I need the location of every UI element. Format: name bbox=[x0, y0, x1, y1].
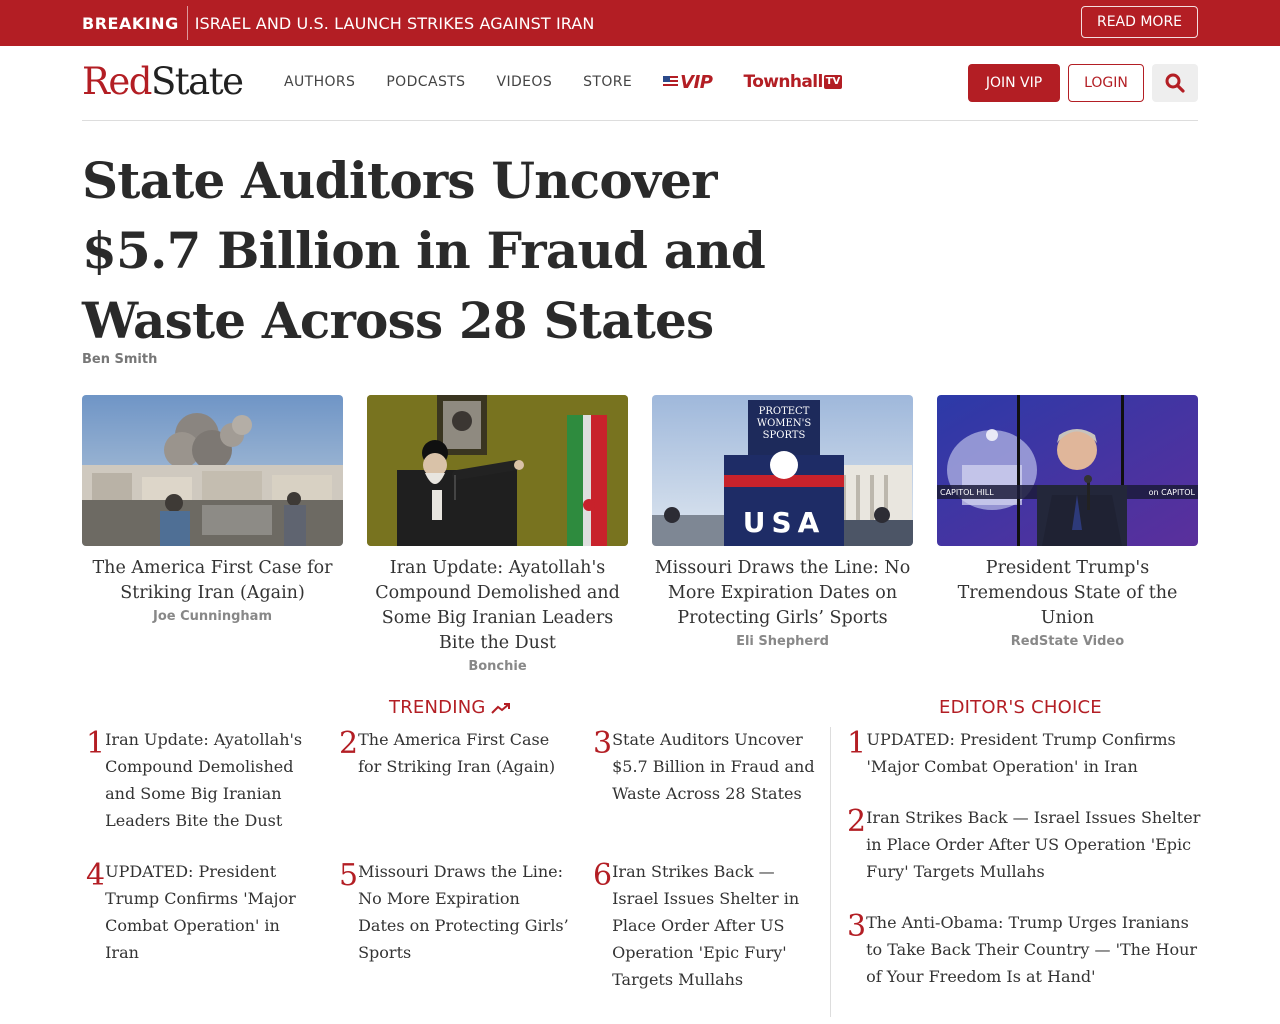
jacket-text: USA bbox=[743, 506, 826, 539]
trending-item[interactable]: 1 Iran Update: Ayatollah's Compound Demo… bbox=[82, 726, 312, 834]
story-title[interactable]: President Trump's Tremendous State of th… bbox=[937, 556, 1198, 631]
lower-third-left: CAPITOL HILL bbox=[940, 488, 994, 497]
trending-title[interactable]: State Auditors Uncover $5.7 Billion in F… bbox=[612, 726, 819, 807]
flag-icon bbox=[663, 76, 679, 88]
story-card[interactable]: Iran Update: Ayatollah's Compound Demoli… bbox=[367, 395, 628, 674]
logo-red-text: Red bbox=[82, 60, 152, 103]
logo-black-text: State bbox=[150, 60, 244, 103]
trending-title[interactable]: Iran Update: Ayatollah's Compound Demoli… bbox=[105, 726, 312, 834]
trending-title[interactable]: Iran Strikes Back — Israel Issues Shelte… bbox=[612, 858, 819, 993]
nav-podcasts[interactable]: PODCASTS bbox=[386, 74, 465, 90]
trending-rank: 2 bbox=[339, 726, 359, 761]
sign-line-3: SPORTS bbox=[763, 430, 806, 441]
story-title[interactable]: The America First Case for Striking Iran… bbox=[82, 556, 343, 606]
trending-arrow-icon bbox=[490, 702, 510, 714]
trending-item[interactable]: 2 The America First Case for Striking Ir… bbox=[335, 726, 565, 780]
editors-choice-rank: 3 bbox=[847, 909, 867, 944]
trending-title[interactable]: UPDATED: President Trump Confirms 'Major… bbox=[105, 858, 312, 966]
trending-rank: 6 bbox=[593, 858, 613, 893]
story-card[interactable]: PROTECT WOMEN'S SPORTS USA Missouri Draw… bbox=[652, 395, 913, 649]
story-author[interactable]: Eli Shepherd bbox=[652, 634, 913, 649]
story-author[interactable]: Joe Cunningham bbox=[82, 609, 343, 624]
lead-headline[interactable]: State Auditors Uncover $5.7 Billion in F… bbox=[82, 146, 782, 356]
section-divider bbox=[830, 727, 831, 1017]
breaking-separator bbox=[186, 6, 188, 40]
breaking-label: BREAKING bbox=[82, 13, 179, 33]
sign-line-1: PROTECT bbox=[759, 406, 810, 417]
story-card[interactable]: CAPITOL HILL on CAPITOL President Trump'… bbox=[937, 395, 1198, 649]
editors-choice-heading: EDITOR'S CHOICE bbox=[939, 697, 1102, 718]
editors-choice-title[interactable]: Iran Strikes Back — Israel Issues Shelte… bbox=[866, 804, 1203, 885]
editors-choice-rank: 2 bbox=[847, 804, 867, 839]
story-thumbnail[interactable] bbox=[367, 395, 628, 546]
nav-divider bbox=[82, 120, 1198, 121]
story-author[interactable]: RedState Video bbox=[937, 634, 1198, 649]
search-button[interactable] bbox=[1152, 64, 1198, 102]
townhall-label: Townhall bbox=[743, 72, 823, 92]
editors-choice-rank: 1 bbox=[847, 726, 867, 761]
site-logo[interactable]: RedState bbox=[82, 60, 244, 104]
story-thumbnail[interactable]: CAPITOL HILL on CAPITOL bbox=[937, 395, 1198, 546]
story-title[interactable]: Iran Update: Ayatollah's Compound Demoli… bbox=[367, 556, 628, 656]
editors-choice-title[interactable]: The Anti-Obama: Trump Urges Iranians to … bbox=[866, 909, 1203, 990]
trending-rank: 1 bbox=[86, 726, 106, 761]
trending-item[interactable]: 5 Missouri Draws the Line: No More Expir… bbox=[335, 858, 570, 966]
story-title[interactable]: Missouri Draws the Line: No More Expirat… bbox=[652, 556, 913, 631]
story-author[interactable]: Bonchie bbox=[367, 659, 628, 674]
breaking-banner: BREAKING ISRAEL AND U.S. LAUNCH STRIKES … bbox=[0, 0, 1280, 46]
editors-choice-title[interactable]: UPDATED: President Trump Confirms 'Major… bbox=[867, 726, 1203, 780]
lower-third-right: on CAPITOL bbox=[1149, 488, 1196, 497]
trending-item[interactable]: 4 UPDATED: President Trump Confirms 'Maj… bbox=[82, 858, 312, 966]
nav-vip[interactable]: VIP bbox=[663, 71, 713, 93]
read-more-button[interactable]: READ MORE bbox=[1081, 6, 1198, 38]
editors-choice-item[interactable]: 3 The Anti-Obama: Trump Urges Iranians t… bbox=[843, 909, 1203, 990]
tv-badge: TV bbox=[823, 75, 843, 89]
sign-line-2: WOMEN'S bbox=[757, 418, 812, 429]
search-icon bbox=[1165, 73, 1185, 93]
story-card[interactable]: The America First Case for Striking Iran… bbox=[82, 395, 343, 624]
main-nav: AUTHORS PODCASTS VIDEOS STORE VIP Townha… bbox=[284, 70, 843, 94]
editors-choice-item[interactable]: 2 Iran Strikes Back — Israel Issues Shel… bbox=[843, 804, 1203, 885]
login-button[interactable]: LOGIN bbox=[1068, 64, 1144, 102]
join-vip-button[interactable]: JOIN VIP bbox=[968, 64, 1060, 102]
trending-title[interactable]: The America First Case for Striking Iran… bbox=[358, 726, 565, 780]
breaking-headline-link[interactable]: ISRAEL AND U.S. LAUNCH STRIKES AGAINST I… bbox=[195, 14, 595, 33]
nav-store[interactable]: STORE bbox=[583, 74, 632, 90]
trending-rank: 5 bbox=[339, 858, 359, 893]
nav-videos[interactable]: VIDEOS bbox=[496, 74, 552, 90]
trending-rank: 4 bbox=[86, 858, 106, 893]
vip-label: VIP bbox=[680, 71, 713, 93]
story-thumbnail[interactable] bbox=[82, 395, 343, 546]
lead-byline[interactable]: Ben Smith bbox=[82, 352, 157, 367]
nav-authors[interactable]: AUTHORS bbox=[284, 74, 355, 90]
trending-heading: TRENDING bbox=[389, 697, 512, 718]
trending-rank: 3 bbox=[593, 726, 613, 761]
nav-townhall-tv[interactable]: Townhall TV bbox=[743, 72, 843, 92]
trending-item[interactable]: 3 State Auditors Uncover $5.7 Billion in… bbox=[589, 726, 819, 807]
trending-label: TRENDING bbox=[389, 697, 486, 718]
trending-title[interactable]: Missouri Draws the Line: No More Expirat… bbox=[358, 858, 570, 966]
story-thumbnail[interactable]: PROTECT WOMEN'S SPORTS USA bbox=[652, 395, 913, 546]
editors-choice-item[interactable]: 1 UPDATED: President Trump Confirms 'Maj… bbox=[843, 726, 1203, 780]
trending-item[interactable]: 6 Iran Strikes Back — Israel Issues Shel… bbox=[589, 858, 819, 993]
